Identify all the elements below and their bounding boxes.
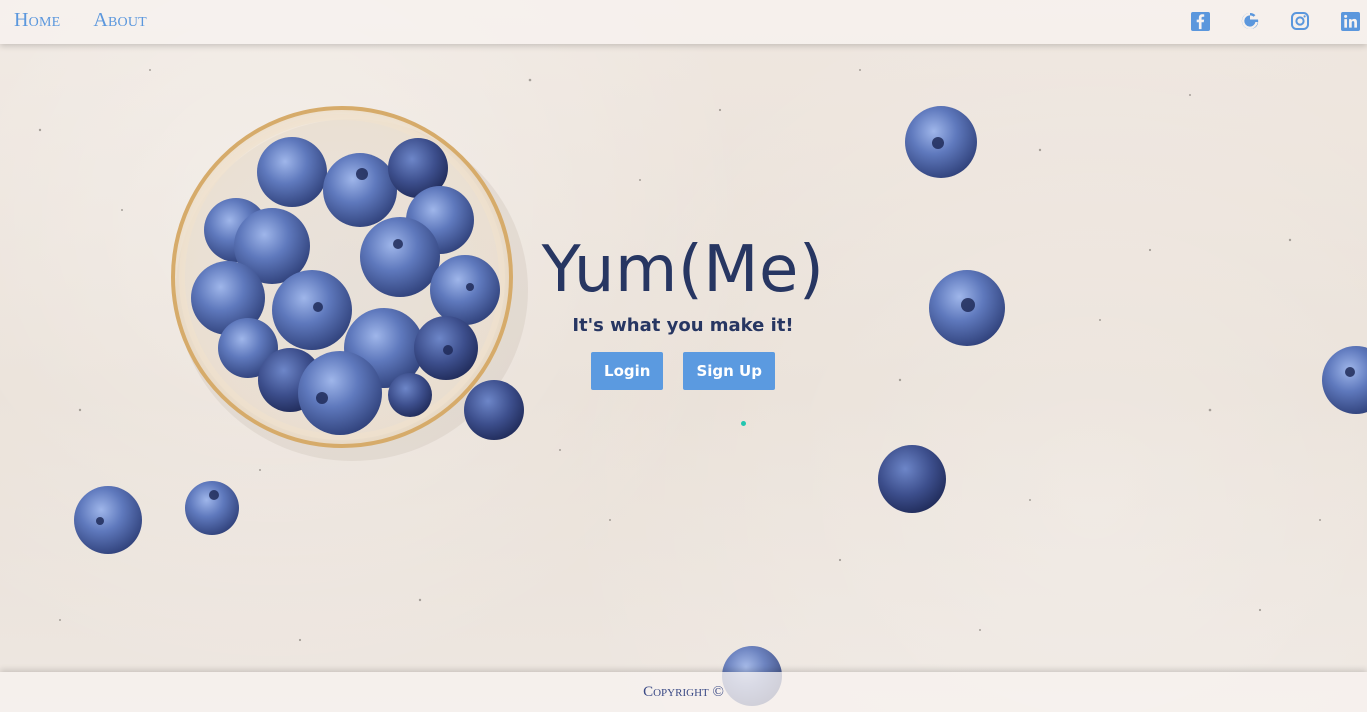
nav-links: Home About: [14, 9, 147, 32]
nav-about-link[interactable]: About: [93, 9, 147, 32]
footer-copyright: Copyright ©: [643, 684, 724, 700]
hero-buttons: Login Sign Up: [483, 351, 883, 390]
login-button[interactable]: Login: [591, 351, 664, 390]
facebook-icon[interactable]: [1189, 10, 1211, 32]
cursor-dot: [741, 421, 746, 426]
social-links: [1189, 10, 1361, 32]
top-navbar: Home About: [0, 0, 1367, 44]
hero-subtitle: It's what you make it!: [572, 314, 794, 336]
footer: Copyright ©: [0, 672, 1367, 712]
linkedin-icon[interactable]: [1339, 10, 1361, 32]
instagram-icon[interactable]: [1289, 10, 1311, 32]
signup-button[interactable]: Sign Up: [683, 351, 775, 390]
hero-title: Yum(Me): [541, 233, 825, 307]
google-icon[interactable]: [1239, 10, 1261, 32]
nav-home-link[interactable]: Home: [14, 9, 60, 32]
hero-section: Yum(Me) It's what you make it! Login Sig…: [483, 233, 883, 390]
